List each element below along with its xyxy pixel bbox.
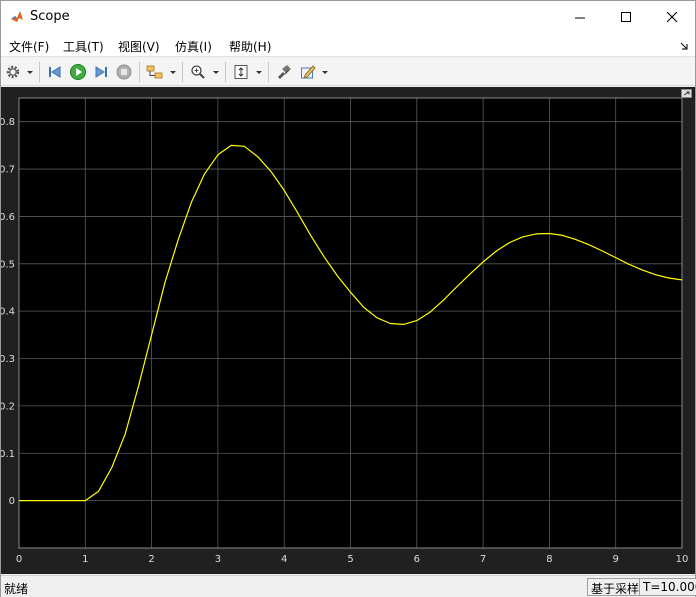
x-tick-label: 2 (148, 554, 154, 565)
menu-view[interactable]: 视图(V) (118, 38, 160, 55)
x-tick-label: 0 (16, 554, 22, 565)
x-tick-label: 6 (414, 554, 420, 565)
toolbar (1, 58, 695, 86)
y-tick-label: 0.1 (1, 449, 15, 460)
toolbar-separator (225, 62, 226, 82)
chevron-down-icon[interactable] (255, 67, 263, 77)
sample-mode-indicator: 基于采样 (587, 578, 644, 596)
highlight-simulink-block-icon (278, 65, 291, 79)
close-icon (666, 11, 677, 22)
menu-bar: 文件(F) 工具(T) 视图(V) 仿真(I) 帮助(H) (1, 33, 695, 57)
highlight-block-button[interactable] (274, 62, 294, 82)
step-back-button[interactable] (45, 62, 65, 82)
x-tick-label: 5 (347, 554, 353, 565)
matlab-logo-icon (11, 11, 23, 22)
menu-tools[interactable]: 工具(T) (63, 38, 104, 55)
x-tick-label: 9 (613, 554, 619, 565)
y-tick-label: 0.4 (1, 307, 15, 318)
toolbar-separator (139, 62, 140, 82)
menu-help[interactable]: 帮助(H) (229, 38, 271, 55)
maximize-button[interactable] (603, 1, 649, 33)
chevron-down-icon[interactable] (212, 67, 220, 77)
style-button[interactable] (298, 62, 318, 82)
step-forward-icon (95, 66, 107, 78)
settings-button[interactable] (3, 62, 23, 82)
x-tick-label: 3 (215, 554, 221, 565)
stop-button[interactable] (114, 62, 134, 82)
signal-selector-button[interactable] (145, 62, 165, 82)
settings-gear-icon (6, 65, 20, 79)
toolbar-separator (182, 62, 183, 82)
title-bar: Scope (1, 1, 695, 33)
dock-arrow-icon[interactable] (680, 41, 689, 50)
window-title: Scope (30, 9, 70, 24)
step-back-icon (49, 66, 61, 78)
style-pen-icon (301, 65, 316, 79)
signal-selector-icon (146, 65, 163, 79)
scope-frame: 0 1 2 3 4 5 6 7 8 9 10 0 0.1 0.2 0.3 0.4 0.5 0.6 0.7 0.8 (1, 87, 695, 574)
step-forward-button[interactable] (91, 62, 111, 82)
stop-icon (116, 64, 132, 80)
y-tick-label: 0.8 (1, 117, 15, 128)
y-tick-label: 0.5 (1, 259, 15, 270)
x-tick-label: 8 (546, 554, 552, 565)
toolbar-separator (268, 62, 269, 82)
zoom-button[interactable] (188, 62, 208, 82)
chevron-down-icon[interactable] (169, 67, 177, 77)
simulation-time-indicator: T=10.000 (639, 578, 696, 596)
x-tick-label: 10 (676, 554, 689, 565)
y-tick-label: 0.7 (1, 165, 15, 176)
scope-display: 0 1 2 3 4 5 6 7 8 9 10 0 0.1 0.2 0.3 0.4 0.5 0.6 0.7 0.8 (1, 87, 695, 574)
y-tick-label: 0.2 (1, 401, 15, 412)
y-tick-label: 0.3 (1, 354, 15, 365)
menu-simulation[interactable]: 仿真(I) (175, 38, 212, 55)
run-button[interactable] (68, 62, 88, 82)
status-bar: 就绪 基于采样 T=10.000 (1, 575, 696, 597)
chevron-down-icon[interactable] (321, 67, 329, 77)
x-tick-label: 7 (480, 554, 486, 565)
autoscale-button[interactable] (231, 62, 251, 82)
autoscale-icon (234, 65, 248, 79)
run-icon (70, 64, 86, 80)
y-tick-label: 0 (9, 496, 15, 507)
minimize-icon (574, 17, 585, 18)
scope-window: Scope 文件(F) 工具(T) 视图(V) 仿真(I) 帮助(H) 0 1 … (0, 0, 696, 597)
status-ready-text: 就绪 (4, 582, 29, 596)
y-tick-label: 0.6 (1, 212, 15, 223)
x-tick-label: 1 (82, 554, 88, 565)
close-button[interactable] (649, 1, 695, 33)
maximize-icon (620, 11, 631, 22)
minimize-button[interactable] (557, 1, 603, 33)
menu-file[interactable]: 文件(F) (9, 38, 49, 55)
toolbar-separator (39, 62, 40, 82)
x-tick-label: 4 (281, 554, 287, 565)
scope-plot[interactable]: 0 1 2 3 4 5 6 7 8 9 10 0 0.1 0.2 0.3 0.4 0.5 0.6 0.7 0.8 (1, 87, 695, 574)
chevron-down-icon[interactable] (26, 67, 34, 77)
undock-axes-icon[interactable] (681, 89, 692, 98)
zoom-in-icon (191, 65, 205, 79)
